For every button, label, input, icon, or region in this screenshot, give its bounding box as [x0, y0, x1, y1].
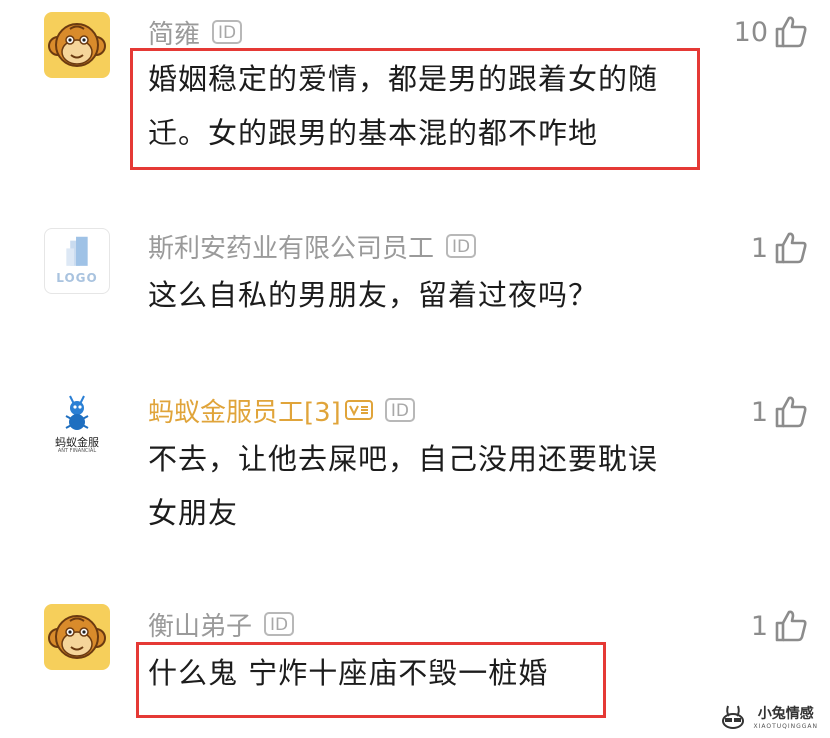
watermark-title: 小兔情感 [757, 706, 814, 722]
monkey-avatar-icon [48, 615, 106, 659]
comment-line: 女朋友 [148, 496, 239, 530]
like-button[interactable]: 1 [751, 228, 808, 268]
avatar-logo-text: LOGO [56, 271, 98, 285]
avatar[interactable]: LOGO [44, 228, 110, 294]
comment-header: 简雍 ID [148, 14, 243, 51]
verified-badge-icon [344, 400, 373, 420]
like-count: 1 [750, 232, 768, 264]
id-badge: ID [212, 20, 243, 44]
id-badge: ID [446, 234, 477, 258]
thumbs-up-icon [775, 232, 807, 264]
watermark: 小兔情感 XIAOTUQINGGAN [719, 703, 818, 730]
username[interactable]: 蚂蚁金服员工[3] [148, 392, 341, 429]
like-count: 1 [750, 396, 768, 428]
comment-header: 衡山弟子 ID [148, 606, 295, 643]
username[interactable]: 斯利安药业有限公司员工 [148, 228, 434, 265]
comment-header: 斯利安药业有限公司员工 ID [148, 228, 477, 265]
avatar[interactable] [44, 12, 110, 78]
id-badge: ID [264, 612, 295, 636]
rabbit-logo-icon [722, 705, 745, 729]
username[interactable]: 简雍 [148, 14, 200, 51]
like-button[interactable]: 1 [751, 392, 808, 432]
comment-line: 不去，让他去屎吧，自己没用还要耽误 [148, 442, 659, 476]
avatar-logo-subtext: ANT FINANCIAL [57, 448, 97, 454]
monkey-avatar-icon [48, 23, 106, 67]
comment-header: 蚂蚁金服员工[3] ID [148, 392, 415, 428]
like-button[interactable]: 10 [734, 12, 808, 52]
like-count: 1 [750, 610, 768, 642]
like-count: 10 [733, 16, 768, 48]
like-button[interactable]: 1 [751, 606, 808, 646]
highlight-box [130, 48, 700, 170]
watermark-subtitle: XIAOTUQINGGAN [753, 723, 818, 730]
username[interactable]: 衡山弟子 [148, 606, 252, 643]
comment-text: 不去，让他去屎吧，自己没用还要耽误 女朋友 [148, 432, 658, 540]
thumbs-up-icon [775, 16, 807, 48]
avatar[interactable] [44, 604, 110, 670]
id-badge: ID [384, 398, 415, 422]
highlight-box [136, 642, 606, 718]
thumbs-up-icon [775, 610, 807, 642]
comment-text: 这么自私的男朋友，留着过夜吗？ [148, 268, 598, 322]
comment-line: 这么自私的男朋友，留着过夜吗？ [148, 278, 599, 312]
thumbs-up-icon [775, 396, 807, 428]
avatar[interactable]: 蚂蚁金服 ANT FINANCIAL [44, 390, 110, 456]
